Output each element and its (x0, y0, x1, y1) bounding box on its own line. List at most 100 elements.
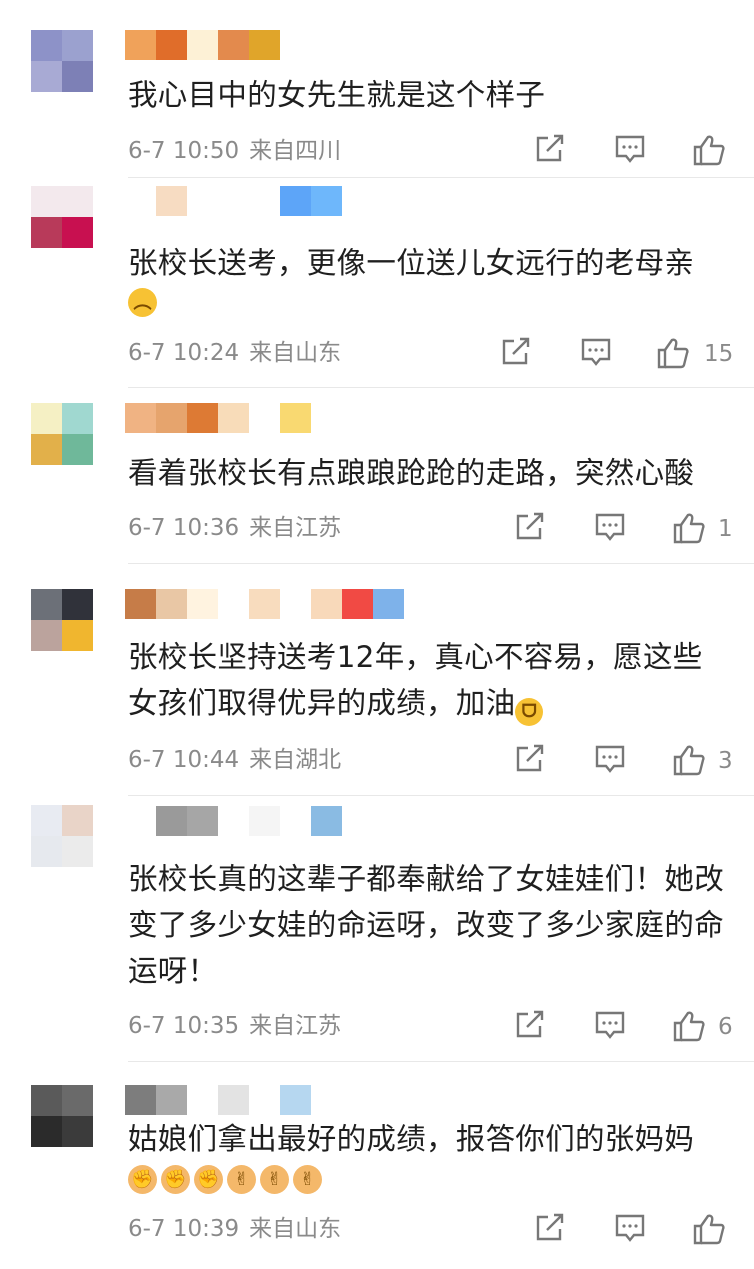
share-button[interactable] (514, 512, 546, 542)
comment-icon (595, 1011, 625, 1039)
location: 来自江苏 (249, 1013, 342, 1039)
share-icon (536, 1213, 564, 1241)
comment-meta: 6-7 10:44 来自湖北 (128, 745, 341, 775)
username-mosaic-block (249, 403, 280, 433)
share-button[interactable] (514, 744, 546, 774)
comment-text: 张校长坚持送考12年，真心不容易，愿这些女孩们取得优异的成绩，加油 ᗜ (128, 634, 718, 726)
divider (128, 177, 754, 178)
avatar[interactable] (31, 403, 93, 465)
avatar-tile (31, 186, 62, 217)
avatar-tile (31, 589, 62, 620)
emoji-row: ✊ ✊ ✊ ✌ ✌ ✌ (128, 1165, 322, 1194)
avatar-tile (31, 61, 62, 92)
victory-emoji: ✌ (293, 1165, 322, 1194)
thumbs-up-icon (673, 745, 705, 776)
avatar-tile (62, 620, 93, 651)
comment-icon (595, 745, 625, 773)
username-mosaic-block (218, 30, 249, 60)
emoji-row: ︵ (128, 288, 157, 317)
like-button[interactable] (672, 744, 706, 776)
avatar-tile (62, 836, 93, 867)
username-blurred[interactable] (125, 1085, 311, 1115)
username-mosaic-block (280, 1085, 311, 1115)
comment-button[interactable] (594, 512, 626, 542)
username-mosaic-block (187, 30, 218, 60)
avatar-tile (31, 805, 62, 836)
comment-button[interactable] (580, 337, 612, 367)
username-blurred[interactable] (125, 186, 342, 216)
avatar-tile (31, 1116, 62, 1147)
timestamp: 6-7 10:39 (128, 1216, 240, 1242)
like-button[interactable] (692, 134, 726, 166)
share-button[interactable] (514, 1010, 546, 1040)
comment-button[interactable] (594, 1010, 626, 1040)
comment-button[interactable] (614, 134, 646, 164)
location: 来自山东 (249, 340, 342, 366)
username-mosaic-block (218, 1085, 249, 1115)
username-mosaic-block (280, 403, 311, 433)
avatar[interactable] (31, 30, 93, 92)
username-mosaic-block (187, 589, 218, 619)
avatar[interactable] (31, 589, 93, 651)
avatar-tile (31, 30, 62, 61)
avatar-tile (62, 589, 93, 620)
avatar-tile (62, 403, 93, 434)
username-mosaic-block (249, 589, 280, 619)
fist-emoji: ✊ (128, 1165, 157, 1194)
like-button[interactable] (672, 512, 706, 544)
comment-meta: 6-7 10:36 来自江苏 (128, 513, 341, 543)
username-mosaic-block (156, 1085, 187, 1115)
avatar-tile (31, 434, 62, 465)
comment-text: 看着张校长有点踉踉跄跄的走路，突然心酸 (128, 456, 695, 490)
location: 来自湖北 (249, 747, 342, 773)
username-blurred[interactable] (125, 589, 404, 619)
avatar-tile (62, 30, 93, 61)
share-icon (516, 512, 544, 540)
timestamp: 6-7 10:44 (128, 747, 240, 773)
fist-emoji: ✊ (161, 1165, 190, 1194)
share-icon (516, 744, 544, 772)
username-mosaic-block (156, 589, 187, 619)
username-blurred[interactable] (125, 403, 311, 433)
username-mosaic-block (125, 806, 156, 836)
action-bar: 6 (510, 1010, 740, 1044)
share-icon (502, 337, 530, 365)
comment-text: 张校长送考，更像一位送儿女远行的老母亲 (128, 246, 695, 280)
like-button[interactable] (672, 1010, 706, 1042)
divider (128, 795, 754, 796)
share-button[interactable] (500, 337, 532, 367)
avatar[interactable] (31, 1085, 93, 1147)
action-bar: 15 (496, 337, 741, 371)
location: 来自四川 (249, 138, 342, 164)
username-mosaic-block (156, 806, 187, 836)
divider (128, 563, 754, 564)
like-button[interactable] (692, 1213, 726, 1245)
comment-button[interactable] (614, 1213, 646, 1243)
like-button[interactable] (656, 337, 690, 369)
comment-button[interactable] (594, 744, 626, 774)
username-mosaic-block (373, 589, 404, 619)
username-mosaic-block (311, 806, 342, 836)
username-mosaic-block (218, 589, 249, 619)
timestamp: 6-7 10:50 (128, 138, 240, 164)
username-mosaic-block (249, 186, 280, 216)
username-mosaic-block (187, 1085, 218, 1115)
username-mosaic-block (249, 1085, 280, 1115)
avatar-tile (62, 1085, 93, 1116)
username-mosaic-block (125, 186, 156, 216)
avatar[interactable] (31, 805, 93, 867)
share-button[interactable] (534, 134, 566, 164)
share-icon (516, 1010, 544, 1038)
avatar-tile (31, 403, 62, 434)
avatar-tile (62, 434, 93, 465)
username-mosaic-block (249, 806, 280, 836)
victory-emoji: ✌ (260, 1165, 289, 1194)
username-blurred[interactable] (125, 806, 342, 836)
thumbs-up-icon (693, 135, 725, 166)
username-mosaic-block (280, 589, 311, 619)
comment-icon (615, 135, 645, 163)
share-button[interactable] (534, 1213, 566, 1243)
avatar-tile (31, 620, 62, 651)
avatar-tile (31, 1085, 62, 1116)
username-blurred[interactable] (125, 30, 280, 60)
